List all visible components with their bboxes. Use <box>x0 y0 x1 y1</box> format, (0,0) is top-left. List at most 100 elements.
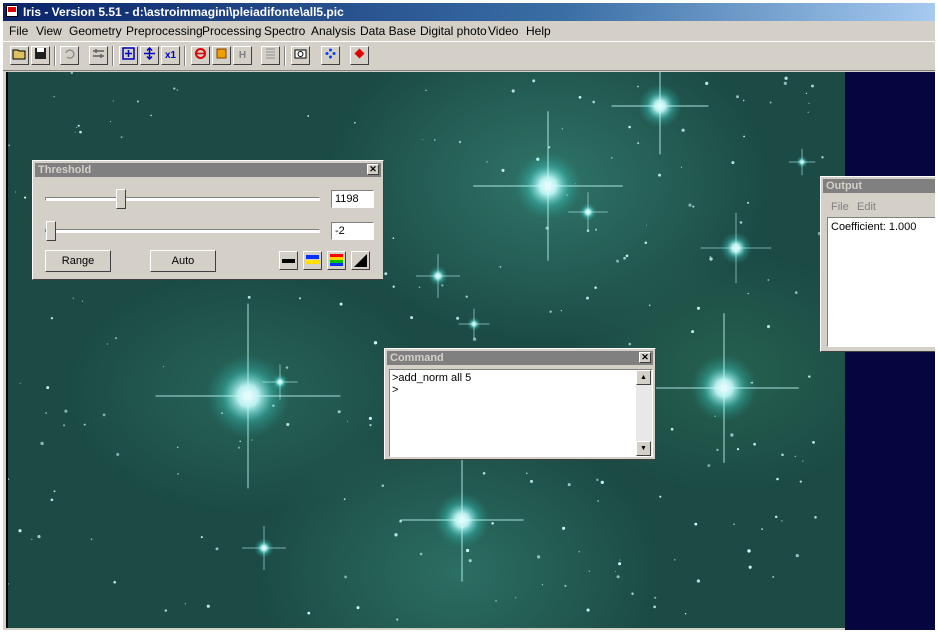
low-threshold-slider[interactable] <box>46 221 56 241</box>
bright-star <box>416 254 460 298</box>
menu-analysis[interactable]: Analysis <box>311 24 356 38</box>
record-icon[interactable] <box>350 46 369 65</box>
menu-preprocessing[interactable]: Preprocessing <box>126 24 203 38</box>
scroll-up-icon[interactable]: ▲ <box>636 370 651 385</box>
output-menu-edit[interactable]: Edit <box>857 201 876 213</box>
small-star <box>356 606 360 610</box>
small-star <box>499 266 502 268</box>
output-text-area[interactable]: Coefficient: 1.000 <box>827 217 935 347</box>
close-icon[interactable]: ✕ <box>367 164 379 175</box>
small-star <box>805 92 808 95</box>
toolbar-separator <box>54 46 56 66</box>
small-star <box>77 124 80 127</box>
small-star <box>53 96 55 98</box>
menu-view[interactable]: View <box>36 24 62 38</box>
small-star <box>486 161 488 163</box>
menu-geometry[interactable]: Geometry <box>69 24 122 38</box>
camera-icon[interactable] <box>291 46 310 65</box>
small-star <box>247 295 251 299</box>
small-star <box>102 413 106 417</box>
small-star <box>45 412 47 414</box>
low-threshold-field[interactable]: -2 <box>331 222 374 240</box>
palette-blue-yellow-icon[interactable] <box>303 251 322 270</box>
small-star <box>307 611 311 615</box>
small-star <box>392 237 395 239</box>
high-threshold-field[interactable]: 1198 <box>331 190 374 208</box>
small-star <box>501 168 505 172</box>
small-star <box>742 99 745 102</box>
settings-icon[interactable] <box>89 46 108 65</box>
small-star <box>418 286 421 288</box>
bright-star <box>700 212 772 284</box>
small-star <box>616 575 620 579</box>
bright-star <box>611 72 709 155</box>
small-star <box>784 76 788 80</box>
small-star <box>215 547 219 551</box>
auto-button[interactable]: Auto <box>150 250 216 272</box>
menu-data-base[interactable]: Data Base <box>360 24 416 38</box>
palette-rainbow-icon[interactable] <box>327 251 346 270</box>
color-square-icon[interactable] <box>212 46 231 65</box>
small-star <box>396 618 399 621</box>
zoom-in-icon[interactable] <box>119 46 138 65</box>
zoom-1x-icon[interactable]: x1 <box>161 46 180 65</box>
palette-gray-icon[interactable] <box>279 251 298 270</box>
small-star <box>40 441 44 446</box>
output-dialog: Output File Edit Coefficient: 1.000 <box>820 176 935 352</box>
menu-processing[interactable]: Processing <box>202 24 261 38</box>
menu-digital-photo[interactable]: Digital photo <box>420 24 487 38</box>
list-icon[interactable] <box>261 46 280 65</box>
small-star <box>731 161 735 165</box>
small-star <box>716 448 719 452</box>
scrollbar[interactable]: ▲ ▼ <box>636 370 652 456</box>
small-star <box>50 317 54 320</box>
small-star <box>733 523 735 526</box>
small-star <box>588 570 591 572</box>
small-star <box>674 559 676 561</box>
undo-icon[interactable] <box>60 46 79 65</box>
hist-icon[interactable]: H <box>233 46 252 65</box>
scroll-down-icon[interactable]: ▼ <box>636 441 651 456</box>
bright-star <box>649 313 799 463</box>
high-threshold-slider[interactable] <box>116 189 126 209</box>
small-star <box>781 453 784 457</box>
close-icon[interactable]: ✕ <box>639 352 651 363</box>
small-star <box>821 156 824 159</box>
menu-help[interactable]: Help <box>526 24 551 38</box>
small-star <box>561 128 564 130</box>
small-star <box>76 126 78 128</box>
small-star <box>567 483 571 487</box>
output-menu-file[interactable]: File <box>831 201 849 213</box>
app-icon[interactable] <box>6 5 18 17</box>
small-star <box>691 330 695 334</box>
small-star <box>776 477 779 481</box>
small-star <box>339 302 343 306</box>
small-star <box>681 128 685 132</box>
center-stars-icon[interactable] <box>321 46 340 65</box>
command-title-text: Command <box>390 352 444 364</box>
small-star <box>802 460 804 462</box>
toolbar-separator <box>184 46 186 66</box>
small-star <box>684 613 687 615</box>
small-star <box>251 439 253 441</box>
small-star <box>526 472 528 474</box>
low-threshold-track[interactable] <box>45 229 320 233</box>
menu-spectro[interactable]: Spectro <box>264 24 305 38</box>
command-input[interactable]: >add_norm all 5 > ▲ ▼ <box>389 369 653 457</box>
zoom-out-icon[interactable] <box>140 46 159 65</box>
open-folder-icon[interactable] <box>10 46 29 65</box>
small-star <box>705 81 709 85</box>
small-star <box>511 89 515 93</box>
small-star <box>466 548 470 553</box>
menu-file[interactable]: File <box>9 24 28 38</box>
refresh-icon[interactable] <box>191 46 210 65</box>
small-star <box>747 201 750 204</box>
range-button[interactable]: Range <box>45 250 111 272</box>
save-disk-icon[interactable] <box>31 46 50 65</box>
palette-invert-icon[interactable] <box>351 251 370 270</box>
small-star <box>799 480 802 483</box>
menu-video[interactable]: Video <box>488 24 518 38</box>
high-threshold-track[interactable] <box>45 197 320 201</box>
small-star <box>176 89 179 91</box>
small-star <box>373 341 378 345</box>
